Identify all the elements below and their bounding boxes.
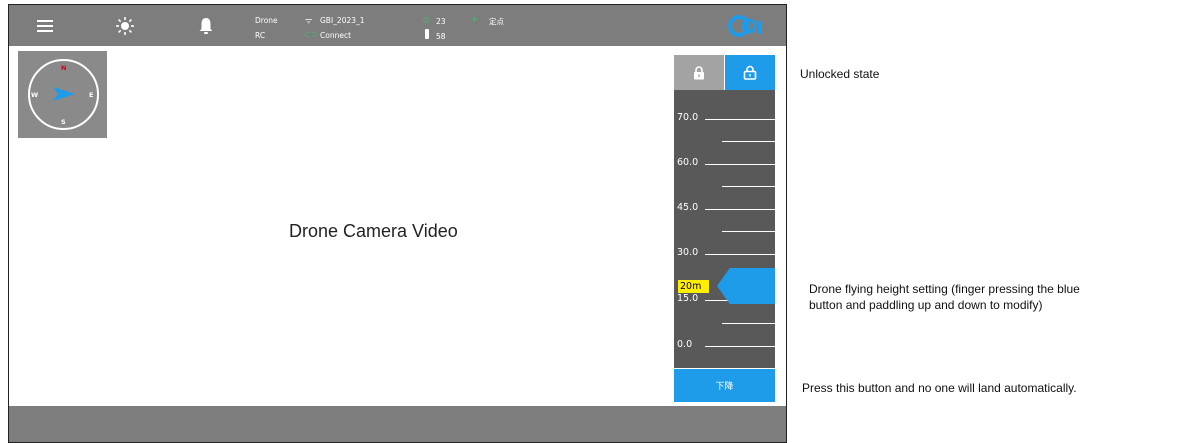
wifi-name: GBI_2023_1 xyxy=(320,16,365,25)
unlock-button[interactable] xyxy=(725,55,775,90)
tick-label: 30.0 xyxy=(677,247,699,258)
bell-icon[interactable] xyxy=(196,5,216,46)
menu-icon[interactable] xyxy=(33,5,57,46)
lock-icon xyxy=(694,65,704,79)
link-icon: ⊂⊃ xyxy=(304,30,318,39)
connect-status: Connect xyxy=(320,31,352,40)
tick-major xyxy=(705,164,775,165)
tick-major xyxy=(705,209,775,210)
height-ruler[interactable]: 70.0 60.0 45.0 30.0 15.0 0.0 20m xyxy=(674,90,775,368)
top-bar: Drone RC ᯤ GBI_2023_1 ⊂⊃ Connect ◎ 23 58… xyxy=(9,5,786,46)
height-annotation: Drone flying height setting (finger pres… xyxy=(809,281,1080,313)
drone-mode-icon: ✈ xyxy=(471,15,478,24)
heading-arrow-icon xyxy=(53,87,75,106)
unlock-icon xyxy=(743,65,757,80)
gbi-logo xyxy=(727,13,771,39)
satellite-icon: ◎ xyxy=(423,15,430,24)
bottom-bar xyxy=(9,406,786,442)
height-drag-handle[interactable] xyxy=(717,268,775,304)
satellite-count: 23 xyxy=(436,17,446,26)
current-height-badge: 20m xyxy=(678,280,709,293)
tick-major xyxy=(705,119,775,120)
height-annotation-line1: Drone flying height setting (finger pres… xyxy=(809,282,1080,296)
app-frame: Drone RC ᯤ GBI_2023_1 ⊂⊃ Connect ◎ 23 58… xyxy=(8,4,787,443)
compass-east: E xyxy=(89,91,94,99)
compass-north: N xyxy=(61,64,67,72)
tick-label: 45.0 xyxy=(677,202,699,213)
compass-south: S xyxy=(61,118,66,126)
tick-label: 70.0 xyxy=(677,112,699,123)
tick-label: 15.0 xyxy=(677,293,699,304)
wifi-icon: ᯤ xyxy=(305,16,313,25)
rc-label: RC xyxy=(255,31,266,40)
video-label: Drone Camera Video xyxy=(289,221,458,241)
tick-label: 0.0 xyxy=(677,339,693,350)
lock-button[interactable] xyxy=(674,55,724,90)
compass-west: W xyxy=(31,91,39,99)
tick-minor xyxy=(722,141,775,142)
tick-minor xyxy=(722,231,775,232)
tick-major xyxy=(705,254,775,255)
lock-toggle xyxy=(674,55,775,90)
flight-mode: 定点 xyxy=(489,17,504,26)
land-button[interactable]: 下降 xyxy=(674,369,775,402)
tick-minor xyxy=(722,186,775,187)
drone-label: Drone xyxy=(255,16,278,25)
battery-icon xyxy=(425,29,429,39)
brightness-icon[interactable] xyxy=(113,5,137,46)
tick-label: 60.0 xyxy=(677,157,699,168)
unlock-annotation: Unlocked state xyxy=(800,67,880,81)
tick-minor xyxy=(722,323,775,324)
height-annotation-line2: button and paddling up and down to modif… xyxy=(809,298,1043,312)
battery-level: 58 xyxy=(436,32,446,41)
land-annotation: Press this button and no one will land a… xyxy=(802,381,1077,395)
tick-major xyxy=(705,346,775,347)
compass: N S E W xyxy=(18,51,107,138)
